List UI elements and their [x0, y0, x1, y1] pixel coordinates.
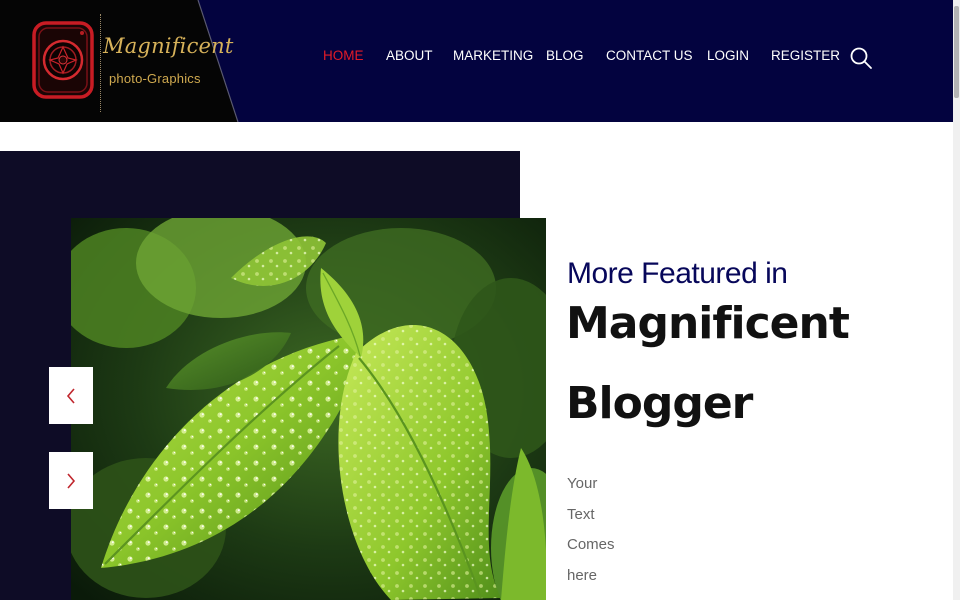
search-icon[interactable]: [849, 46, 873, 70]
hero-image: [71, 218, 546, 600]
logo[interactable]: Magnificent photo-Graphics: [0, 0, 240, 122]
featured-body-word: Text: [567, 506, 595, 523]
nav-item-contact-us[interactable]: CONTACT US: [606, 48, 693, 63]
carousel-next-button[interactable]: [49, 452, 93, 509]
nav-item-about[interactable]: ABOUT: [386, 48, 433, 63]
nav-item-blog[interactable]: BLOG: [546, 48, 584, 63]
featured-title-line-1: Magnificent: [566, 298, 850, 349]
nav-item-home[interactable]: HOME: [323, 48, 364, 63]
featured-body-word: here: [567, 567, 598, 584]
logo-divider: [100, 14, 101, 112]
site-header: Magnificent photo-Graphics HOME ABOUT MA…: [0, 0, 953, 122]
featured-body-word: Your: [567, 475, 598, 492]
page-scrollbar[interactable]: [953, 0, 960, 600]
featured-title-line-2: Blogger: [566, 378, 753, 429]
nav-item-register[interactable]: REGISTER: [771, 48, 840, 63]
featured-kicker: More Featured in: [567, 257, 788, 290]
featured-body-word: Comes: [567, 536, 615, 553]
logo-tagline: photo-Graphics: [109, 71, 201, 86]
nav-item-marketing[interactable]: MARKETING: [453, 48, 533, 63]
carousel-prev-button[interactable]: [49, 367, 93, 424]
camera-shutter-icon: [30, 18, 96, 102]
logo-wordmark: Magnificent: [103, 34, 234, 58]
chevron-right-icon: [67, 472, 76, 489]
chevron-left-icon: [66, 387, 75, 404]
nav-item-login[interactable]: LOGIN: [707, 48, 749, 63]
scrollbar-thumb[interactable]: [954, 6, 959, 98]
